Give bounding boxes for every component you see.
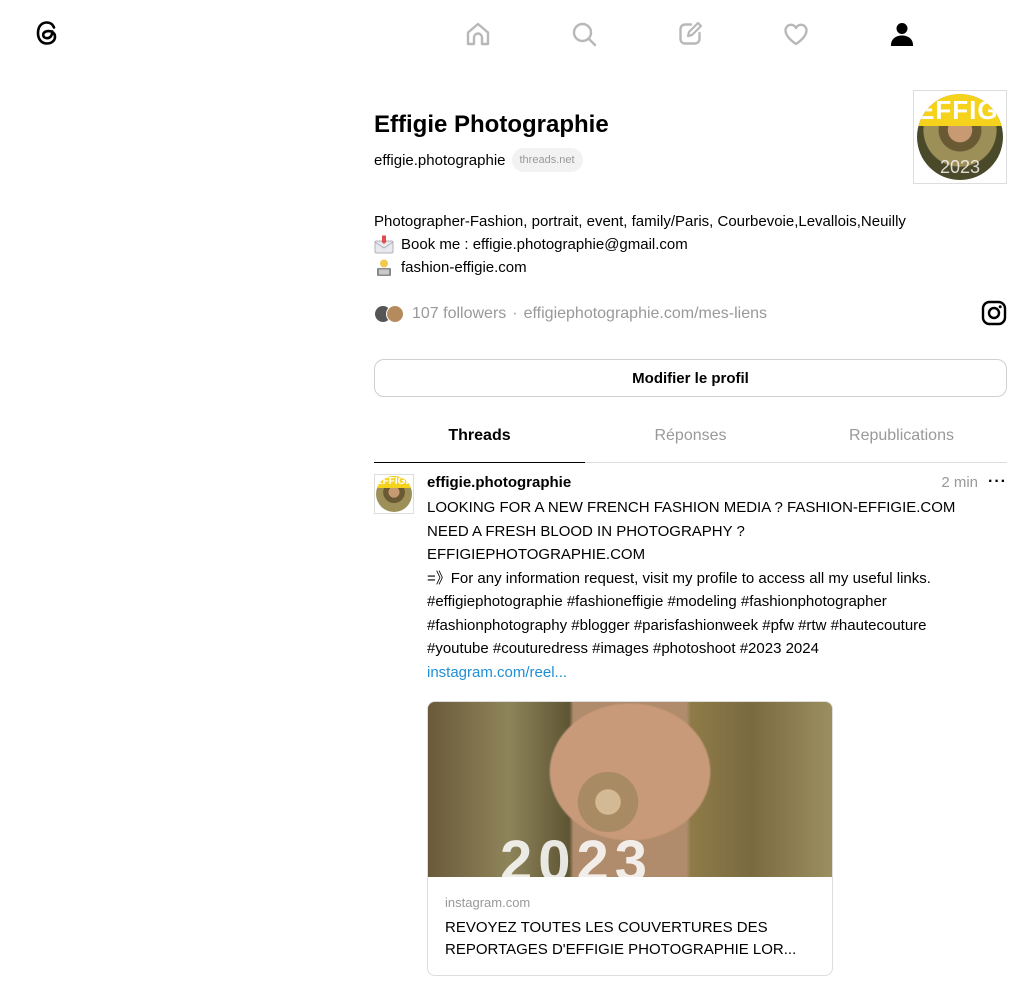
image-detail	[568, 771, 648, 832]
bio-line: Photographer-Fashion, portrait, event, f…	[374, 210, 1007, 233]
bio-line: Book me : effigie.photographie@gmail.com	[374, 233, 1007, 256]
home-icon	[466, 22, 490, 46]
top-navigation	[426, 12, 954, 56]
profile-header: EFFIGIE 2023 Effigie Photographie effigi…	[374, 90, 1007, 463]
bio-text: fashion-effigie.com	[401, 259, 527, 276]
post-link[interactable]: instagram.com/reel...	[427, 661, 1007, 684]
bio-text: Book me : effigie.photographie@gmail.com	[401, 236, 688, 253]
thread-post: EFFIGIE effigie.photographie 2 min ··· L…	[374, 470, 1007, 976]
post-body: effigie.photographie 2 min ··· LOOKING F…	[427, 470, 1007, 976]
edit-profile-button[interactable]: Modifier le profil	[374, 359, 1007, 397]
follower-avatars[interactable]	[374, 305, 404, 323]
profile-bio: Photographer-Fashion, portrait, event, f…	[374, 210, 1007, 279]
threads-logo-icon[interactable]	[30, 16, 64, 50]
heart-icon	[784, 23, 808, 46]
link-preview-title: REVOYEZ TOUTES LES COUVERTURES DES REPOR…	[445, 918, 797, 958]
post-text: LOOKING FOR A NEW FRENCH FASHION MEDIA ?…	[427, 499, 956, 657]
nav-profile[interactable]	[850, 12, 954, 56]
bio-text: Photographer-Fashion, portrait, event, f…	[374, 213, 906, 230]
post-avatar-banner: EFFIGIE	[376, 476, 412, 488]
more-options-button[interactable]: ···	[988, 474, 1007, 490]
image-overlay-text: 2023	[500, 828, 654, 877]
link-preview-card[interactable]: 2023 instagram.com REVOYEZ TOUTES LES CO…	[427, 700, 833, 976]
post-author-avatar[interactable]: EFFIGIE	[374, 474, 414, 514]
bio-line: fashion-effigie.com	[374, 256, 1007, 279]
post-header: effigie.photographie 2 min ···	[427, 470, 1007, 494]
profile-handle: effigie.photographie	[374, 151, 506, 169]
profile-tabs: Threads Réponses Republications	[374, 416, 1007, 463]
avatar-image: EFFIGIE 2023	[917, 94, 1003, 180]
website-link[interactable]: effigiephotographie.com/mes-liens	[524, 305, 767, 323]
link-preview-meta: instagram.com REVOYEZ TOUTES LES COUVERT…	[428, 877, 832, 975]
tab-threads[interactable]: Threads	[374, 416, 585, 463]
avatar-image: EFFIGIE	[376, 476, 412, 512]
instagram-icon[interactable]	[981, 300, 1007, 326]
tab-replies[interactable]: Réponses	[585, 416, 796, 462]
avatar-year-text: 2023	[939, 157, 981, 177]
post-author-name[interactable]: effigie.photographie	[427, 474, 571, 491]
link-preview-domain: instagram.com	[445, 894, 531, 910]
link-preview-image: 2023	[428, 701, 832, 877]
nav-activity[interactable]	[744, 12, 848, 56]
tab-reposts[interactable]: Republications	[796, 416, 1007, 462]
separator-dot: ·	[512, 305, 518, 322]
profile-icon	[891, 23, 913, 46]
follower-avatar	[386, 305, 404, 323]
search-icon	[572, 22, 597, 47]
threads-domain-chip[interactable]: threads.net	[511, 148, 583, 172]
nav-home[interactable]	[426, 12, 530, 56]
post-timestamp: 2 min	[941, 473, 979, 491]
envelope-icon	[374, 235, 394, 253]
compose-icon	[679, 21, 703, 45]
nav-search[interactable]	[532, 12, 636, 56]
laptop-person-icon	[377, 259, 391, 276]
avatar-banner-text: EFFIGIE	[917, 94, 1003, 126]
followers-count[interactable]: 107 followers	[412, 305, 506, 323]
followers-row: 107 followers · effigiephotographie.com/…	[374, 300, 1007, 326]
nav-compose[interactable]	[638, 12, 742, 56]
profile-avatar[interactable]: EFFIGIE 2023	[913, 90, 1007, 184]
